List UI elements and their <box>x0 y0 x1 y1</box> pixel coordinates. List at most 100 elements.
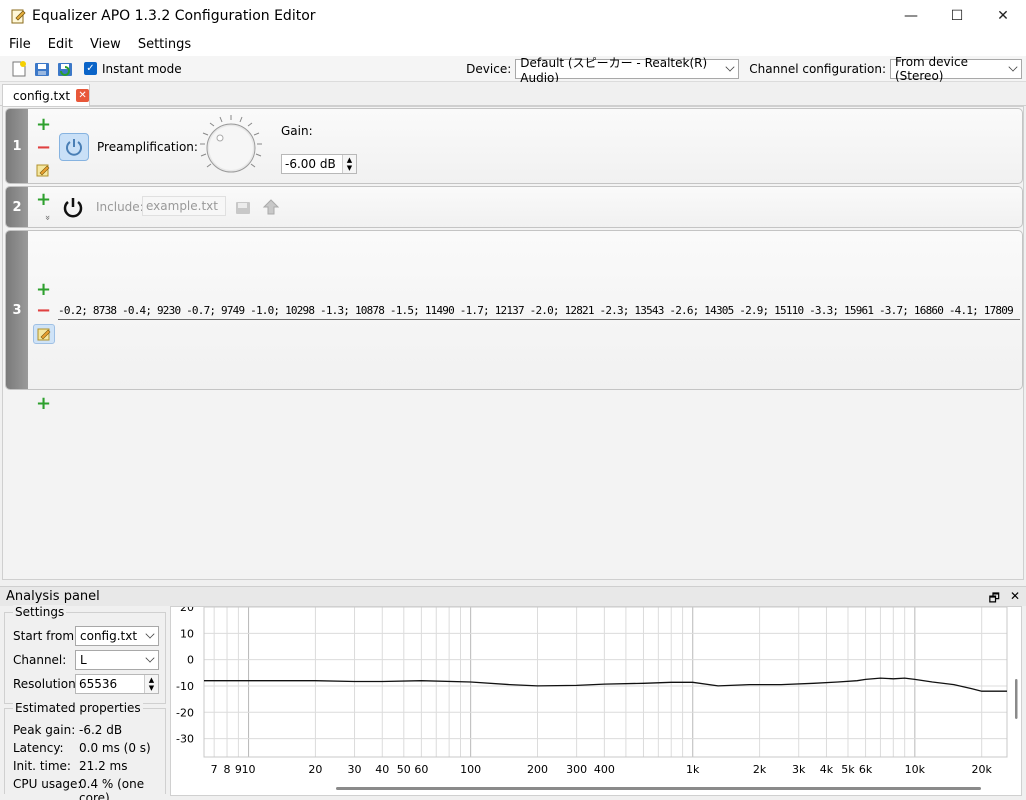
x-tick-label: 3k <box>792 763 806 776</box>
block-number: 2 <box>6 187 28 227</box>
include-label: Include: <box>96 200 144 214</box>
close-tab-icon[interactable]: ✕ <box>76 89 89 102</box>
tab-label: config.txt <box>13 88 71 103</box>
resolution-value: 65536 <box>79 677 118 691</box>
edit-icon[interactable] <box>36 163 50 177</box>
power-icon <box>66 139 82 156</box>
x-tick-label: 2k <box>753 763 767 776</box>
instant-mode-toggle[interactable]: ✓ Instant mode <box>84 62 182 76</box>
edit-icon <box>37 328 51 341</box>
start-from-select[interactable]: config.txt <box>75 626 159 646</box>
channel-config-label: Channel configuration: <box>749 62 886 76</box>
maximize-button[interactable]: ☐ <box>934 0 980 32</box>
maximize-icon: ☐ <box>950 8 964 24</box>
toolbar: ✓ Instant mode Device: Default (スピーカー - … <box>0 55 1026 85</box>
y-tick-label: 10 <box>180 627 194 640</box>
gain-value: -6.00 dB <box>285 157 336 171</box>
open-folder-icon[interactable] <box>234 198 252 216</box>
horizontal-scrollbar[interactable] <box>336 787 981 790</box>
gain-spinbox[interactable]: -6.00 dB ▲ ▼ <box>281 154 357 174</box>
peak-gain-value: -6.2 dB <box>79 723 123 737</box>
tab-config[interactable]: config.txt ✕ <box>2 84 90 106</box>
frequency-response-chart: 20100-10-20-307 8 9 10 20 30 40 50 60 100 200 300 40… <box>176 601 1018 790</box>
close-button[interactable]: ✕ <box>980 0 1026 32</box>
power-icon[interactable] <box>61 195 85 219</box>
vertical-scrollbar[interactable] <box>1015 679 1018 719</box>
response-curve <box>204 677 1007 692</box>
x-tick-label: 60 <box>414 763 428 776</box>
init-time-value: 21.2 ms <box>79 759 128 773</box>
add-icon[interactable]: + <box>36 281 51 299</box>
gain-label: Gain: <box>281 124 313 138</box>
menu-file[interactable]: File <box>1 37 39 52</box>
frequency-response-graph[interactable]: 20 10 0 -10 -20 -30 7 8 9 10 20 30 40 50 60 100 200 300 40… <box>170 601 1022 796</box>
x-tick-label: 7 <box>211 763 218 776</box>
x-tick-label: 6k <box>859 763 873 776</box>
block-number: 1 <box>6 109 28 183</box>
estimated-properties-title: Estimated properties <box>13 701 143 715</box>
new-file-icon[interactable] <box>10 60 28 78</box>
spin-arrows-icon[interactable]: ▲ ▼ <box>342 155 356 173</box>
include-file-field[interactable]: example.txt <box>142 196 226 216</box>
channel-config-select[interactable]: From device (Stereo) <box>890 55 1022 83</box>
x-tick-label: 10k <box>905 763 926 776</box>
peak-gain-label: Peak gain: <box>13 723 76 737</box>
x-tick-label: 40 <box>375 763 389 776</box>
chevron-down-icon <box>145 629 155 639</box>
edit-button[interactable] <box>33 324 55 344</box>
x-tick-label: 5k <box>841 763 855 776</box>
estimated-properties-group: Estimated properties Peak gain: -6.2 dB … <box>4 701 166 800</box>
x-tick-label: 100 <box>460 763 481 776</box>
add-filter-icon[interactable]: + <box>36 395 51 413</box>
settings-group: Settings Start from: config.txt Channel:… <box>4 605 166 704</box>
analysis-panel-title: Analysis panel <box>6 589 100 604</box>
x-tick-label: 300 <box>566 763 587 776</box>
settings-group-title: Settings <box>13 605 67 619</box>
close-icon: ✕ <box>997 8 1009 24</box>
open-file-icon[interactable] <box>33 60 51 78</box>
remove-icon[interactable]: − <box>36 139 51 157</box>
plot-area-border <box>203 606 1008 758</box>
editor-area: 1 + − Preamplification: Gain: -6.00 dB ▲… <box>2 106 1024 580</box>
analysis-settings: Settings Start from: config.txt Channel:… <box>2 605 168 800</box>
menu-view[interactable]: View <box>82 37 129 52</box>
graphic-eq-text-field[interactable]: -0.2; 8738 -0.4; 9230 -0.7; 9749 -1.0; 1… <box>58 302 1020 320</box>
instant-mode-checkbox[interactable]: ✓ <box>84 62 97 75</box>
expand-icon[interactable]: » <box>38 215 52 229</box>
menu-settings[interactable]: Settings <box>130 37 199 52</box>
instant-mode-label: Instant mode <box>102 61 182 76</box>
device-select[interactable]: Default (スピーカー - Realtek(R) Audio) <box>515 56 740 85</box>
minimize-button[interactable]: — <box>888 0 934 32</box>
init-time-label: Init. time: <box>13 759 71 773</box>
spin-arrows-icon[interactable]: ▲ ▼ <box>144 675 158 693</box>
gain-knob[interactable] <box>198 114 264 180</box>
block-number: 3 <box>6 231 28 389</box>
save-file-icon[interactable] <box>56 60 74 78</box>
start-from-label: Start from: <box>13 629 79 643</box>
device-select-value: Default (スピーカー - Realtek(R) Audio) <box>520 55 708 85</box>
x-tick-label: 4k <box>820 763 834 776</box>
app-icon <box>11 9 26 24</box>
remove-icon[interactable]: − <box>36 302 51 320</box>
tab-bar: config.txt ✕ <box>0 82 1026 106</box>
resolution-spinbox[interactable]: 65536 ▲ ▼ <box>75 674 159 694</box>
chevron-down-icon <box>145 653 155 663</box>
cpu-usage-value: 0.4 % (one core) <box>79 777 145 800</box>
add-icon[interactable]: + <box>36 116 51 134</box>
filter-block-graphic-eq: 3 + − -0.2; 8738 -0.4; 9230 -0.7; 9749 -… <box>5 230 1023 390</box>
latency-label: Latency: <box>13 741 64 755</box>
analysis-panel-header: Analysis panel 🗗 ✕ <box>0 586 1026 606</box>
x-tick-label: 20k <box>972 763 993 776</box>
start-from-value: config.txt <box>80 629 138 643</box>
add-icon[interactable]: + <box>36 191 51 209</box>
menu-edit[interactable]: Edit <box>40 37 81 52</box>
x-tick-label: 8 <box>224 763 231 776</box>
x-tick-label: 1k <box>686 763 700 776</box>
resolution-label: Resolution: <box>13 677 80 691</box>
arrow-up-icon[interactable] <box>262 198 280 216</box>
menu-bar: File Edit View Settings <box>0 32 1026 56</box>
x-tick-label: 50 <box>397 763 411 776</box>
channel-select[interactable]: L <box>75 650 159 670</box>
enable-toggle-button[interactable] <box>59 133 89 161</box>
minimize-icon: — <box>904 8 918 24</box>
